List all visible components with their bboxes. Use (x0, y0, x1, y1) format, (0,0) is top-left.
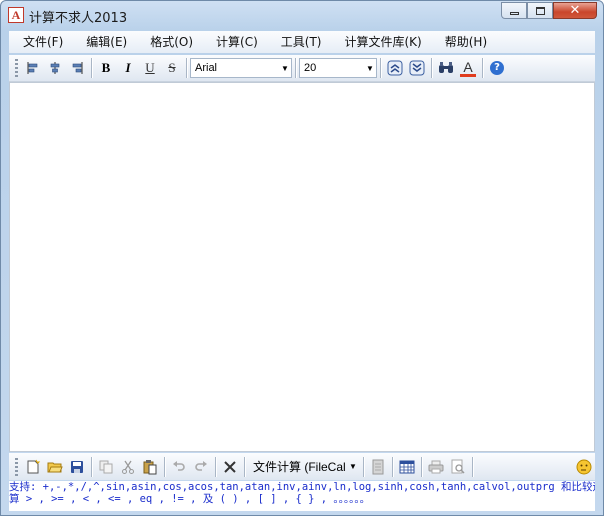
printer-icon (428, 460, 444, 473)
menu-help[interactable]: 帮助(H) (431, 32, 496, 52)
font-color-icon: A (463, 58, 473, 75)
menu-tools[interactable]: 工具(T) (267, 32, 331, 52)
cut-button[interactable] (117, 456, 139, 478)
table-button[interactable] (396, 456, 418, 478)
chevron-down-icon[interactable]: ▼ (364, 64, 376, 73)
font-size-select[interactable]: 20 ▼ (299, 58, 377, 78)
close-icon: ✕ (569, 3, 581, 18)
table-icon (399, 460, 415, 473)
redo-icon (195, 460, 207, 471)
menu-format[interactable]: 格式(O) (136, 32, 202, 52)
copy-button[interactable] (95, 456, 117, 478)
bottom-toolbar: 文件计算 (FileCal ▼ (9, 453, 595, 480)
toolbar-separator (431, 58, 432, 78)
toolbar-separator (380, 58, 381, 78)
toolbar-separator (244, 456, 245, 477)
chevron-down-icon[interactable]: ▼ (347, 462, 359, 471)
toolbar-separator (91, 456, 92, 477)
underline-button[interactable]: U (139, 57, 161, 79)
status-help-text: 支持: +,-,*,/,^,sin,asin,cos,acos,tan,atan… (9, 481, 595, 511)
align-center-button[interactable] (44, 57, 66, 79)
redo-button[interactable] (190, 456, 212, 478)
decrease-font-button[interactable] (406, 57, 428, 79)
font-color-button[interactable]: A (457, 57, 479, 79)
status-line-2: 算 > , >= , < , <= , eq , != , 及 ( ) , [ … (9, 493, 371, 505)
close-button[interactable]: ✕ (553, 2, 597, 19)
calc-mode-select[interactable]: 文件计算 (FileCal ▼ (248, 457, 360, 477)
menu-edit[interactable]: 编辑(E) (72, 32, 136, 52)
maximize-icon (535, 6, 545, 15)
menu-calculate[interactable]: 计算(C) (202, 32, 267, 52)
menu-bar: 文件(F) 编辑(E) 格式(O) 计算(C) 工具(T) 计算文件库(K) 帮… (9, 31, 595, 53)
copy-icon (99, 460, 113, 473)
calc-mode-value: 文件计算 (FileCal (253, 460, 346, 474)
toolbar-separator (295, 58, 296, 78)
window-controls: ✕ (501, 2, 597, 20)
open-file-button[interactable] (44, 456, 66, 478)
toolbar-grip[interactable] (15, 59, 18, 77)
smiley-thinking-icon (576, 459, 592, 474)
chevron-down-icon[interactable]: ▼ (279, 64, 291, 73)
font-size-value: 20 (304, 62, 317, 74)
status-line-1: 支持: +,-,*,/,^,sin,asin,cos,acos,tan,atan… (9, 481, 595, 493)
undo-button[interactable] (168, 456, 190, 478)
toolbar-separator (392, 456, 393, 477)
align-center-icon (50, 62, 60, 74)
format-toolbar: B I U S Arial ▼ 20 ▼ A ? (9, 55, 595, 82)
delete-x-icon (224, 460, 236, 473)
toolbar-separator (482, 58, 483, 78)
strikethrough-button[interactable]: S (161, 57, 183, 79)
save-button[interactable] (66, 456, 88, 478)
find-button[interactable] (435, 57, 457, 79)
bold-button[interactable]: B (95, 57, 117, 79)
binoculars-icon (439, 62, 453, 73)
toolbar-separator (472, 456, 473, 477)
font-color-bar (460, 73, 476, 77)
minimize-icon (509, 12, 519, 15)
new-file-icon (27, 459, 41, 473)
new-file-button[interactable] (22, 456, 44, 478)
undo-icon (173, 460, 185, 471)
align-right-icon (72, 62, 83, 74)
print-preview-icon (451, 459, 465, 474)
toolbar-separator (363, 456, 364, 477)
toolbar-separator (421, 456, 422, 477)
scissors-icon (122, 460, 134, 474)
toolbar-separator (186, 58, 187, 78)
toolbar-separator (215, 456, 216, 477)
title-bar[interactable]: A 计算不求人2013 ✕ (1, 1, 603, 29)
toolbar-separator (91, 58, 92, 78)
help-icon: ? (490, 61, 504, 75)
toolbar-separator (164, 456, 165, 477)
maximize-button[interactable] (527, 2, 553, 19)
help-button[interactable]: ? (486, 57, 508, 79)
calculator-button[interactable] (367, 456, 389, 478)
align-left-button[interactable] (22, 57, 44, 79)
menu-file[interactable]: 文件(F) (9, 32, 72, 52)
paste-button[interactable] (139, 456, 161, 478)
font-name-select[interactable]: Arial ▼ (190, 58, 292, 78)
double-chevron-up-icon (387, 60, 403, 76)
calculator-icon (372, 459, 384, 474)
smiley-button[interactable] (573, 456, 595, 478)
app-window: A 计算不求人2013 ✕ 文件(F) 编辑(E) 格式(O) 计算(C) 工具… (0, 0, 604, 516)
app-logo-icon[interactable]: A (8, 7, 24, 23)
align-left-icon (27, 62, 38, 74)
toolbar-grip[interactable] (15, 457, 18, 476)
paste-icon (143, 459, 157, 474)
italic-button[interactable]: I (117, 57, 139, 79)
folder-open-icon (47, 462, 63, 472)
increase-font-button[interactable] (384, 57, 406, 79)
save-icon (71, 460, 83, 473)
font-name-value: Arial (195, 62, 218, 74)
align-right-button[interactable] (66, 57, 88, 79)
text-editor[interactable] (9, 82, 595, 452)
window-title: 计算不求人2013 (29, 11, 128, 26)
print-button[interactable] (425, 456, 447, 478)
minimize-button[interactable] (501, 2, 527, 19)
menu-calc-library[interactable]: 计算文件库(K) (331, 32, 431, 52)
double-chevron-down-icon (409, 60, 425, 76)
print-preview-button[interactable] (447, 456, 469, 478)
delete-button[interactable] (219, 456, 241, 478)
